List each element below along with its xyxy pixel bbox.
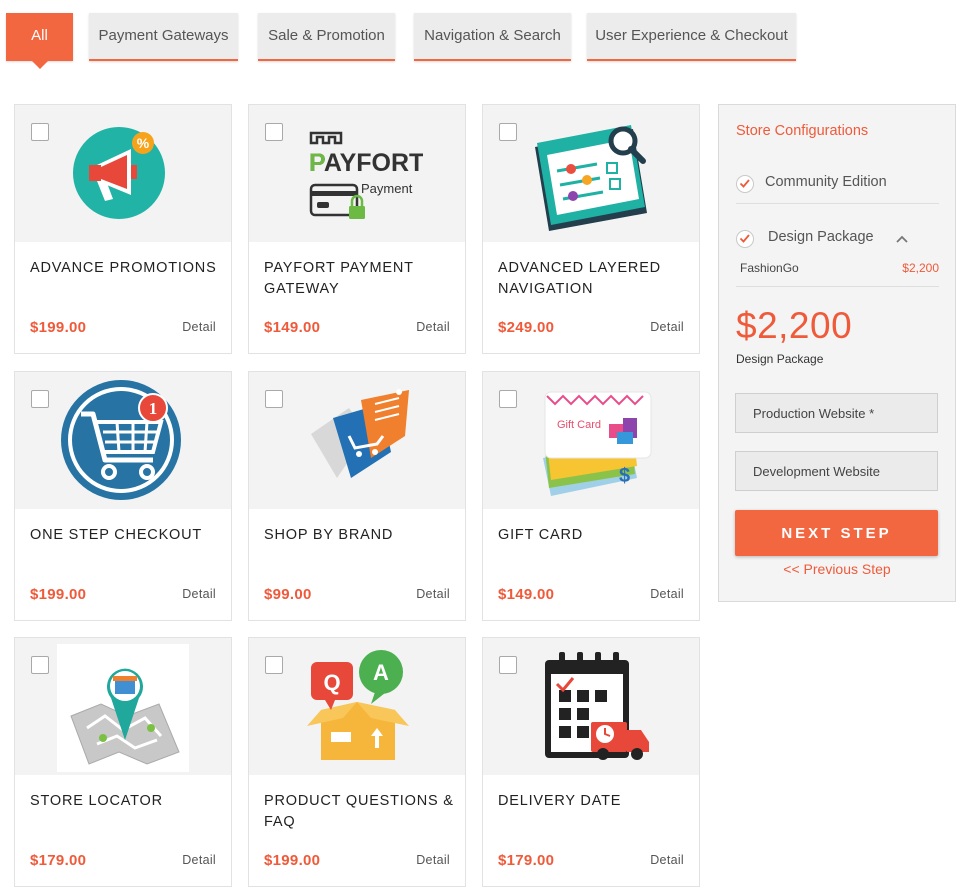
product-media — [249, 372, 465, 509]
filter-panel-icon — [535, 125, 647, 231]
qa-box-icon: Q A — [307, 650, 409, 760]
tab-navigation-search[interactable]: Navigation & Search — [414, 13, 571, 61]
gift-card-icon: Gift Card $ — [543, 391, 652, 496]
svg-text:A: A — [373, 660, 389, 685]
product-title: DELIVERY DATE — [498, 793, 622, 809]
product-media: Q A — [249, 638, 465, 775]
product-title: ADVANCED LAYERED NAVIGATION — [498, 260, 661, 297]
product-price: $199.00 — [264, 852, 321, 869]
total-price: $2,200 — [736, 305, 853, 346]
megaphone-icon: % — [73, 127, 165, 219]
product-price: $149.00 — [264, 319, 321, 336]
product-card[interactable]: Gift Card $ GIFT CARD $149.00 Detail — [482, 371, 700, 621]
svg-text:PAYFORT: PAYFORT — [309, 149, 423, 177]
product-price: $199.00 — [30, 586, 87, 603]
product-media: % — [15, 105, 231, 242]
product-card[interactable]: STORE LOCATOR $179.00 Detail — [14, 637, 232, 887]
product-title: ADVANCE PROMOTIONS — [30, 260, 217, 276]
detail-link[interactable]: Detail — [650, 853, 684, 867]
tab-sale-promotion[interactable]: Sale & Promotion — [258, 13, 395, 61]
product-card[interactable]: SHOP BY BRAND $99.00 Detail — [248, 371, 466, 621]
svg-text:$: $ — [619, 465, 630, 487]
shopping-cart-icon: 1 — [61, 380, 181, 500]
product-checkbox[interactable] — [265, 656, 283, 674]
product-media: 1 — [15, 372, 231, 509]
product-checkbox[interactable] — [265, 123, 283, 141]
product-title: STORE LOCATOR — [30, 793, 163, 809]
product-media — [483, 105, 699, 242]
panel-title: Store Configurations — [736, 123, 869, 139]
product-price: $149.00 — [498, 586, 555, 603]
product-title: PAYFORT PAYMENT GATEWAY — [264, 260, 414, 297]
development-website-input[interactable] — [735, 451, 938, 491]
chevron-up-icon[interactable] — [896, 235, 908, 243]
detail-link[interactable]: Detail — [182, 587, 216, 601]
svg-text:%: % — [137, 135, 150, 151]
product-media: PAYFORT P Payment — [249, 105, 465, 242]
package-item-price: $2,200 — [902, 261, 939, 275]
detail-link[interactable]: Detail — [182, 320, 216, 334]
product-checkbox[interactable] — [499, 656, 517, 674]
edition-row[interactable]: Community Edition — [736, 167, 939, 204]
previous-step-link[interactable]: << Previous Step — [719, 561, 955, 577]
tab-all[interactable]: All — [6, 13, 73, 69]
product-card[interactable]: DELIVERY DATE $179.00 Detail — [482, 637, 700, 887]
svg-text:Gift Card: Gift Card — [557, 419, 601, 431]
package-row[interactable]: Design Package FashionGo $2,200 — [736, 222, 939, 287]
product-media: Gift Card $ — [483, 372, 699, 509]
package-label: Design Package — [768, 229, 874, 245]
product-price: $249.00 — [498, 319, 555, 336]
edition-label: Community Edition — [765, 174, 887, 190]
product-title: ONE STEP CHECKOUT — [30, 527, 203, 543]
check-circle-icon — [736, 230, 754, 248]
product-media — [483, 638, 699, 775]
product-card[interactable]: % ADVANCE PROMOTIONS $199.00 Detail — [14, 104, 232, 354]
product-checkbox[interactable] — [31, 390, 49, 408]
product-card[interactable]: PAYFORT P Payment PAYFORT PAYMENT GATEWA… — [248, 104, 466, 354]
detail-link[interactable]: Detail — [182, 853, 216, 867]
product-checkbox[interactable] — [499, 390, 517, 408]
product-media — [15, 638, 231, 775]
product-checkbox[interactable] — [499, 123, 517, 141]
next-step-button[interactable]: NEXT STEP — [735, 510, 938, 556]
detail-link[interactable]: Detail — [416, 320, 450, 334]
product-title: SHOP BY BRAND — [264, 527, 394, 543]
product-price: $199.00 — [30, 319, 87, 336]
product-price: $99.00 — [264, 586, 312, 603]
total-label: Design Package — [736, 352, 824, 366]
detail-link[interactable]: Detail — [650, 587, 684, 601]
production-website-input[interactable] — [735, 393, 938, 433]
payfort-logo-icon: PAYFORT P Payment — [309, 131, 423, 219]
svg-text:Q: Q — [323, 670, 340, 695]
svg-text:1: 1 — [149, 399, 158, 418]
detail-link[interactable]: Detail — [650, 320, 684, 334]
tab-user-experience-checkout[interactable]: User Experience & Checkout — [587, 13, 796, 61]
calendar-truck-icon — [545, 652, 649, 760]
detail-link[interactable]: Detail — [416, 853, 450, 867]
tab-payment-gateways[interactable]: Payment Gateways — [89, 13, 238, 61]
product-checkbox[interactable] — [31, 656, 49, 674]
svg-text:P: P — [309, 149, 326, 177]
product-card[interactable]: Q A PRODUCT QUESTIONS & FAQ $199.00 Deta… — [248, 637, 466, 887]
product-title: GIFT CARD — [498, 527, 584, 543]
detail-link[interactable]: Detail — [416, 587, 450, 601]
product-price: $179.00 — [30, 852, 87, 869]
check-circle-icon — [736, 175, 754, 193]
product-checkbox[interactable] — [265, 390, 283, 408]
svg-text:Payment: Payment — [361, 181, 413, 196]
product-card[interactable]: 1 ONE STEP CHECKOUT $199.00 Detail — [14, 371, 232, 621]
store-configurations-panel: Store Configurations Community Edition D… — [718, 104, 956, 602]
package-item-name: FashionGo — [740, 261, 799, 275]
product-card[interactable]: ADVANCED LAYERED NAVIGATION $249.00 Deta… — [482, 104, 700, 354]
product-price: $179.00 — [498, 852, 555, 869]
brand-tags-icon — [311, 389, 409, 478]
product-title: PRODUCT QUESTIONS & FAQ — [264, 793, 454, 830]
product-checkbox[interactable] — [31, 123, 49, 141]
map-pin-icon — [57, 644, 189, 772]
